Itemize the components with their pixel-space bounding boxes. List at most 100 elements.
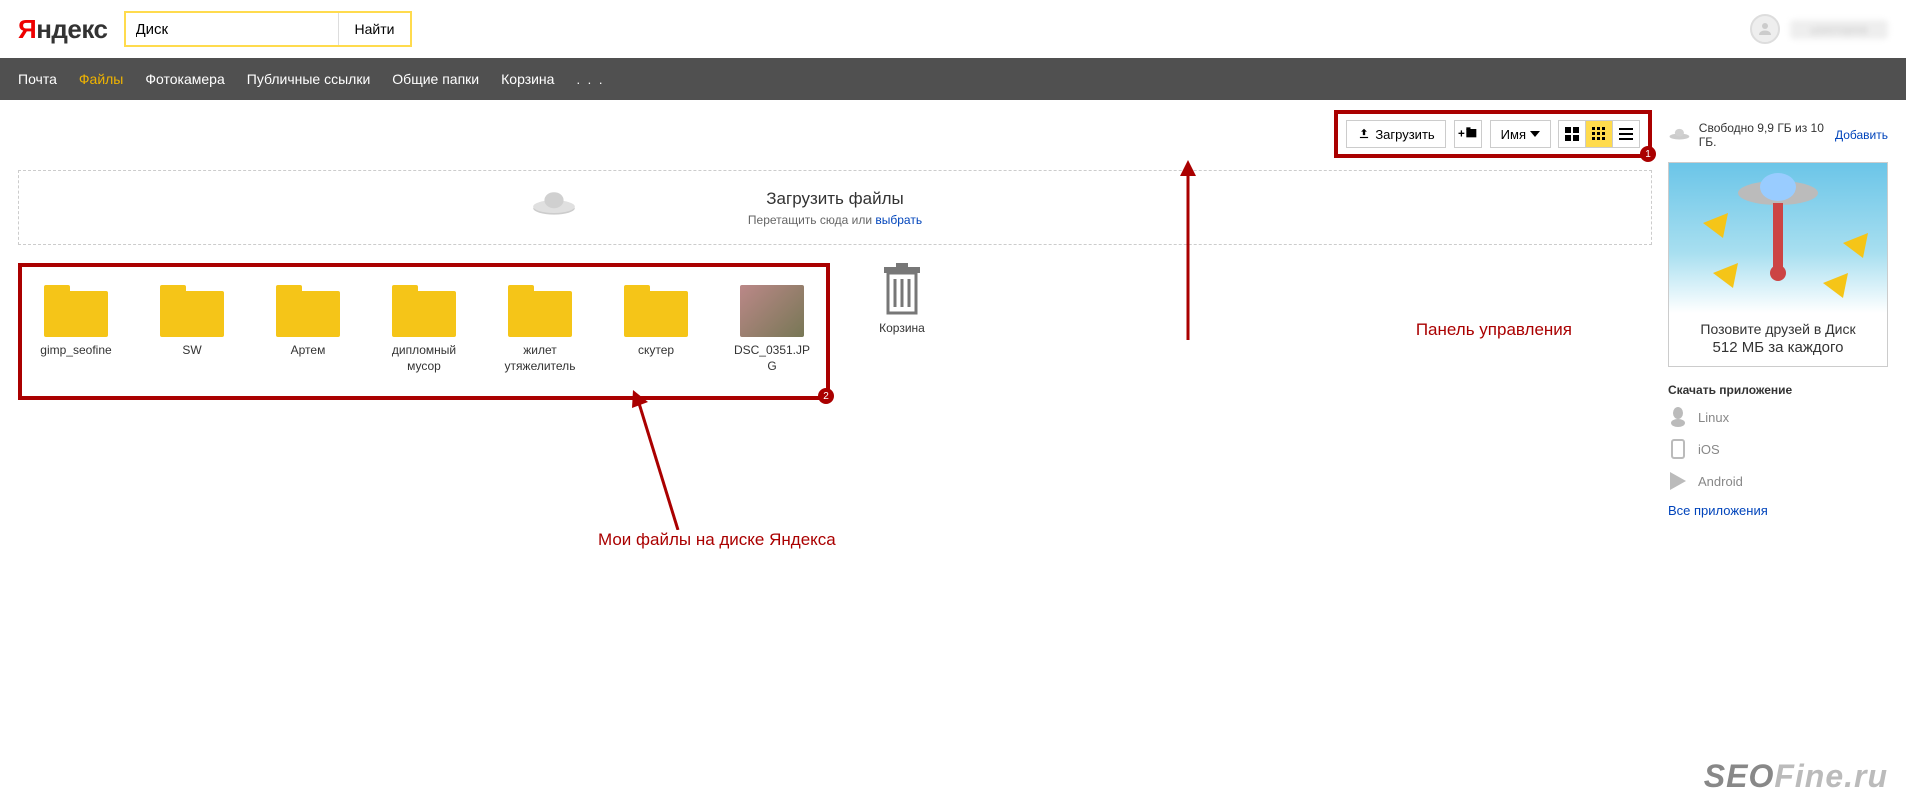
grid-large-icon [1565, 127, 1579, 141]
file-name: скутер [638, 343, 674, 359]
file-name: дипломный мусор [382, 343, 466, 374]
arrow-annotation [1158, 160, 1218, 340]
app-linux[interactable]: Linux [1668, 407, 1888, 427]
play-icon [1668, 471, 1688, 491]
storage-add-link[interactable]: Добавить [1835, 128, 1888, 142]
logo-rest: ндекс [36, 14, 107, 44]
arrow-annotation [628, 390, 688, 530]
control-panel: Загрузить + Имя [1334, 110, 1652, 158]
folder-icon [276, 285, 340, 337]
view-mode-group [1559, 120, 1640, 148]
nav-shared-folders[interactable]: Общие папки [392, 71, 479, 87]
chevron-down-icon [1530, 131, 1540, 137]
dropzone-choose-link[interactable]: выбрать [875, 213, 922, 227]
nav-trash[interactable]: Корзина [501, 71, 554, 87]
watermark-seo: SEO [1704, 758, 1775, 794]
annotation-badge-2: 2 [818, 388, 834, 404]
file-name: DSC_0351.JPG [730, 343, 814, 374]
upload-button[interactable]: Загрузить [1346, 120, 1445, 148]
file-item[interactable]: Артем [266, 285, 350, 374]
username: username [1790, 20, 1888, 39]
file-item[interactable]: скутер [614, 285, 698, 374]
upload-label: Загрузить [1375, 127, 1434, 142]
trash-icon [882, 263, 922, 315]
trash-item[interactable]: Корзина [860, 263, 944, 337]
file-item[interactable]: жилет утяжелитель [498, 285, 582, 374]
file-name: жилет утяжелитель [498, 343, 582, 374]
logo-letter: Я [18, 14, 36, 44]
folder-icon [160, 285, 224, 337]
grid-small-icon [1592, 127, 1606, 141]
header: Яндекс Найти username [0, 0, 1906, 58]
dropzone-subtitle: Перетащить сюда или выбрать [748, 213, 922, 227]
avatar[interactable] [1750, 14, 1780, 44]
user-area[interactable]: username [1750, 14, 1888, 44]
file-name: SW [182, 343, 201, 359]
app-label: iOS [1698, 442, 1720, 457]
annotation-badge-1: 1 [1640, 146, 1656, 162]
user-icon [1756, 20, 1774, 38]
view-small-icons[interactable] [1585, 120, 1613, 148]
files-area: gimp_seofine SW Артем дипломный мусор жи… [18, 263, 1652, 400]
folder-icon [392, 285, 456, 337]
nav-public-links[interactable]: Публичные ссылки [247, 71, 371, 87]
plus-folder-icon: + [1458, 127, 1478, 141]
left-column: Загрузить + Имя [18, 110, 1652, 518]
toolbar-row: Загрузить + Имя [18, 110, 1652, 158]
dropzone[interactable]: Загрузить файлы Перетащить сюда или выбр… [18, 170, 1652, 245]
annotation-panel-label: Панель управления [1416, 320, 1572, 340]
search-box: Найти [124, 11, 413, 47]
watermark: SEOFine.ru [1704, 758, 1888, 795]
right-column: Свободно 9,9 ГБ из 10 ГБ. Добавить Позов… [1668, 110, 1888, 518]
storage-info: Свободно 9,9 ГБ из 10 ГБ. Добавить [1668, 110, 1888, 150]
app-android[interactable]: Android [1668, 471, 1888, 491]
file-item[interactable]: DSC_0351.JPG [730, 285, 814, 374]
sort-label: Имя [1501, 127, 1526, 142]
dropzone-sub-pre: Перетащить сюда или [748, 213, 875, 227]
file-name: Артем [291, 343, 326, 359]
my-files-box: gimp_seofine SW Артем дипломный мусор жи… [18, 263, 830, 400]
upload-icon [1357, 127, 1371, 141]
view-large-icons[interactable] [1558, 120, 1586, 148]
ufo-icon [529, 189, 579, 221]
nav-bar: Почта Файлы Фотокамера Публичные ссылки … [0, 58, 1906, 100]
file-item[interactable]: SW [150, 285, 234, 374]
folder-icon [44, 285, 108, 337]
nav-more[interactable]: . . . [576, 72, 604, 87]
svg-text:+: + [1458, 127, 1465, 140]
ufo-icon [1668, 126, 1691, 144]
trash-label: Корзина [879, 321, 925, 337]
sort-button[interactable]: Имя [1490, 120, 1551, 148]
promo-title: Позовите друзей в Диск [1669, 321, 1887, 337]
dropzone-title: Загрузить файлы [766, 189, 903, 209]
all-apps-link[interactable]: Все приложения [1668, 503, 1768, 518]
watermark-fine: Fine.ru [1774, 758, 1888, 794]
storage-text: Свободно 9,9 ГБ из 10 ГБ. [1699, 121, 1827, 149]
new-folder-button[interactable]: + [1454, 120, 1482, 148]
apps-title: Скачать приложение [1668, 383, 1888, 397]
image-thumb [740, 285, 804, 337]
search-button[interactable]: Найти [338, 13, 411, 45]
annotation-files-label: Мои файлы на диске Яндекса [598, 530, 836, 550]
logo[interactable]: Яндекс [18, 14, 108, 45]
promo-image [1669, 163, 1887, 313]
file-item[interactable]: gimp_seofine [34, 285, 118, 374]
main: Загрузить + Имя [0, 100, 1906, 518]
promo-subtitle: 512 МБ за каждого [1669, 339, 1887, 356]
file-name: gimp_seofine [40, 343, 111, 359]
linux-icon [1668, 407, 1688, 427]
app-label: Linux [1698, 410, 1729, 425]
folder-icon [624, 285, 688, 337]
nav-files[interactable]: Файлы [79, 71, 123, 87]
app-label: Android [1698, 474, 1743, 489]
view-list[interactable] [1612, 120, 1640, 148]
file-item[interactable]: дипломный мусор [382, 285, 466, 374]
app-ios[interactable]: iOS [1668, 439, 1888, 459]
phone-icon [1668, 439, 1688, 459]
list-icon [1619, 127, 1633, 141]
search-input[interactable] [126, 13, 338, 45]
nav-camera[interactable]: Фотокамера [145, 71, 224, 87]
promo-box[interactable]: Позовите друзей в Диск 512 МБ за каждого [1668, 162, 1888, 367]
nav-mail[interactable]: Почта [18, 71, 57, 87]
folder-icon [508, 285, 572, 337]
